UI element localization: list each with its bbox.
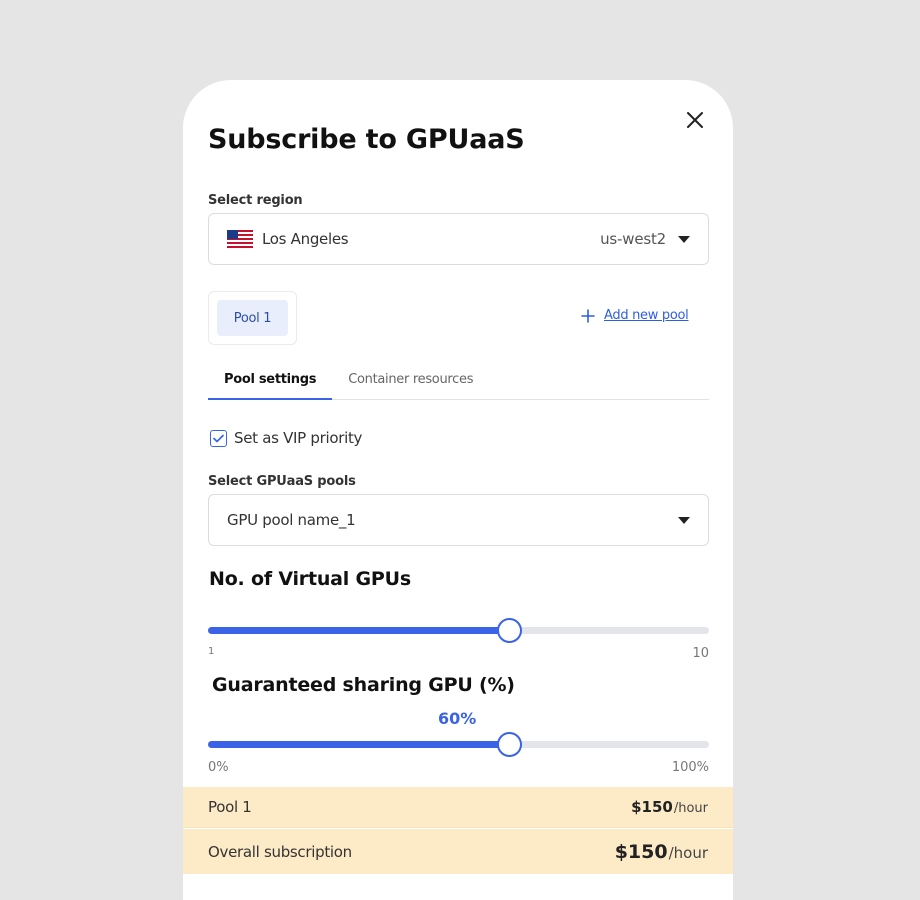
pool-cost-amount: $150 [631, 798, 673, 816]
slider-thumb[interactable] [497, 732, 522, 757]
pool-cost-unit: /hour [673, 801, 708, 816]
virtual-gpus-max: 10 [692, 646, 709, 661]
gpu-pool-label: Select GPUaaS pools [208, 474, 356, 489]
add-pool-label: Add new pool [604, 308, 689, 323]
close-button[interactable] [682, 107, 708, 133]
add-pool-button[interactable]: Add new pool [581, 308, 689, 323]
chevron-down-icon [678, 516, 690, 524]
vip-priority-checkbox[interactable] [210, 429, 227, 447]
virtual-gpus-heading: No. of Virtual GPUs [209, 568, 411, 590]
sharing-max: 100% [671, 760, 709, 775]
pool-selector: Pool 1 [208, 291, 297, 345]
slider-fill [208, 627, 509, 634]
tab-pool-settings[interactable]: Pool settings [208, 372, 333, 400]
pool-cost-label: Pool 1 [208, 798, 252, 816]
vip-priority-row: Set as VIP priority [210, 429, 362, 447]
virtual-gpus-slider[interactable] [208, 618, 709, 643]
chevron-down-icon [678, 235, 690, 243]
pool-chip-1[interactable]: Pool 1 [217, 300, 288, 336]
virtual-gpus-min: 1 [208, 646, 215, 657]
region-city: Los Angeles [262, 230, 349, 248]
settings-tabs: Pool settings Container resources [208, 372, 709, 400]
vip-priority-label: Set as VIP priority [234, 429, 363, 447]
overall-cost-row: Overall subscription $150 /hour [183, 829, 733, 874]
slider-thumb[interactable] [497, 618, 522, 643]
region-label: Select region [208, 193, 303, 208]
sharing-slider[interactable] [208, 732, 709, 757]
region-select[interactable]: Los Angeles us-west2 [208, 213, 709, 265]
slider-fill [208, 741, 509, 748]
region-code: us-west2 [600, 230, 666, 248]
check-icon [213, 434, 224, 442]
modal-title: Subscribe to GPUaaS [208, 124, 525, 155]
close-icon [687, 112, 703, 128]
subscribe-modal: Subscribe to GPUaaS Select region Los An… [183, 80, 733, 900]
sharing-heading: Guaranteed sharing GPU (%) [212, 674, 515, 696]
tab-container-resources[interactable]: Container resources [332, 372, 489, 400]
pool-cost-row: Pool 1 $150 /hour [183, 787, 733, 828]
overall-cost-unit: /hour [668, 843, 708, 862]
sharing-value: 60% [438, 709, 477, 728]
overall-cost-label: Overall subscription [208, 842, 352, 861]
overall-cost-amount: $150 [614, 840, 668, 863]
us-flag-icon [227, 230, 253, 248]
gpu-pool-select[interactable]: GPU pool name_1 [208, 494, 709, 546]
gpu-pool-value: GPU pool name_1 [227, 511, 356, 529]
sharing-min: 0% [208, 760, 229, 775]
plus-icon [581, 308, 595, 323]
